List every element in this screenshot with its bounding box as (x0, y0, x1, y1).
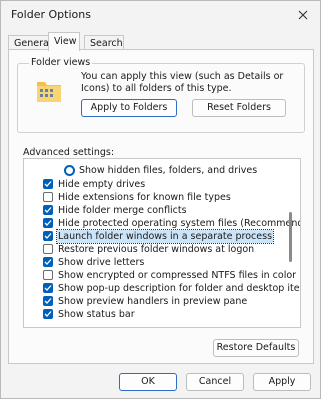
list-item-label: Hide empty drives (58, 179, 146, 190)
tab-view[interactable]: View (48, 32, 80, 51)
checkmark-icon (44, 259, 52, 265)
checkbox[interactable] (43, 309, 53, 319)
close-icon (298, 10, 308, 20)
ok-button[interactable]: OK (119, 373, 177, 391)
checkbox[interactable] (43, 257, 53, 267)
title-bar: Folder Options (1, 1, 320, 29)
checkmark-icon (44, 207, 52, 213)
checkmark-icon (44, 298, 52, 304)
checkbox[interactable] (43, 218, 53, 228)
advanced-settings-label: Advanced settings: (23, 147, 115, 158)
checkbox[interactable] (43, 296, 53, 306)
reset-folders-button[interactable]: Reset Folders (192, 99, 286, 117)
list-item[interactable]: Show status bar (43, 308, 281, 321)
checkbox[interactable] (43, 231, 53, 241)
apply-button[interactable]: Apply (253, 373, 311, 391)
list-item[interactable]: Show drive letters (43, 256, 281, 269)
checkmark-icon (44, 285, 52, 291)
checkbox[interactable] (43, 179, 53, 189)
list-item[interactable]: Hide extensions for known file types (43, 191, 281, 204)
folder-views-title: Folder views (29, 57, 93, 68)
checkbox[interactable] (43, 205, 53, 215)
list-item-label: Hide protected operating system files (R… (58, 218, 301, 229)
list-item[interactable]: Hide folder merge conflicts (43, 204, 281, 217)
list-item-label: Show encrypted or compressed NTFS files … (58, 270, 297, 281)
checkbox[interactable] (43, 244, 53, 254)
list-item-label: Show hidden files, folders, and drives (79, 165, 258, 176)
tab-general[interactable]: General (8, 35, 51, 50)
checkmark-icon (44, 220, 52, 226)
checkmark-icon (44, 233, 52, 239)
close-button[interactable] (292, 5, 314, 25)
list-item-label: Show preview handlers in preview pane (58, 296, 248, 307)
list-item-label: Hide folder merge conflicts (58, 205, 187, 216)
list-item-label: Show pop-up description for folder and d… (58, 283, 301, 294)
list-item[interactable]: Launch folder windows in a separate proc… (43, 229, 281, 244)
restore-defaults-button[interactable]: Restore Defaults (213, 339, 299, 357)
tab-search[interactable]: Search (84, 35, 124, 50)
list-item-label: Restore previous folder windows at logon (58, 244, 255, 255)
checkmark-icon (44, 181, 52, 187)
list-item[interactable]: Show hidden files, folders, and drives (64, 164, 300, 177)
advanced-settings-list[interactable]: Show hidden files, folders, and drives H… (23, 158, 301, 328)
list-item[interactable]: Restore previous folder windows at logon (43, 243, 281, 256)
apply-to-folders-button[interactable]: Apply to Folders (81, 99, 177, 117)
checkbox[interactable] (43, 192, 53, 202)
list-item-label: Show status bar (58, 309, 135, 320)
folder-icon (37, 82, 61, 102)
folder-options-window: Folder Options General View Search Folde… (0, 0, 321, 399)
list-item[interactable]: Show pop-up description for folder and d… (43, 282, 300, 295)
radio-button[interactable] (64, 165, 75, 176)
checkbox[interactable] (43, 283, 53, 293)
folder-views-description: You can apply this view (such as Details… (81, 71, 284, 94)
cancel-button[interactable]: Cancel (186, 373, 244, 391)
list-item-label: Show drive letters (58, 257, 145, 268)
list-item[interactable]: Hide protected operating system files (R… (43, 217, 300, 230)
scrollbar-thumb[interactable] (289, 212, 292, 262)
list-item[interactable]: Show encrypted or compressed NTFS files … (43, 269, 296, 282)
list-item-label: Launch folder windows in a separate proc… (55, 229, 275, 244)
list-item[interactable]: Show preview handlers in preview pane (43, 295, 281, 308)
list-item-label: Hide extensions for known file types (58, 192, 231, 203)
checkbox[interactable] (43, 270, 53, 280)
checkmark-icon (44, 311, 52, 317)
list-item[interactable]: Hide empty drives (43, 178, 281, 191)
window-title: Folder Options (11, 8, 91, 21)
